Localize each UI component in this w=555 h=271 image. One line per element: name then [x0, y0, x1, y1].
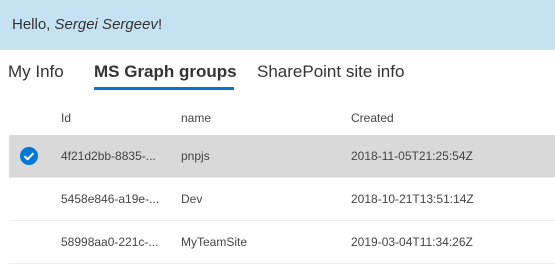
column-header-id[interactable]: Id — [61, 111, 71, 125]
cell-id: 4f21d2bb-8835-... — [61, 149, 156, 163]
cell-created: 2018-11-05T21:25:54Z — [351, 149, 473, 163]
tab-sharepoint-site-info[interactable]: SharePoint site info — [257, 62, 404, 82]
groups-table: Id name Created 4f21d2bb-8835-... pnpjs … — [9, 100, 555, 264]
table-row[interactable]: 58998aa0-221c-... MyTeamSite 2019-03-04T… — [9, 221, 555, 264]
tab-ms-graph-groups[interactable]: MS Graph groups — [94, 62, 237, 82]
column-header-name[interactable]: name — [181, 111, 211, 125]
table-row[interactable]: 4f21d2bb-8835-... pnpjs 2018-11-05T21:25… — [9, 135, 555, 178]
column-header-created[interactable]: Created — [351, 111, 394, 125]
table-row[interactable]: 5458e846-a19e-... Dev 2018-10-21T13:51:1… — [9, 178, 555, 221]
user-name: Sergei Sergeev — [54, 16, 158, 33]
cell-id: 5458e846-a19e-... — [61, 192, 160, 206]
checkmark-icon[interactable] — [20, 147, 38, 165]
cell-id: 58998aa0-221c-... — [61, 235, 159, 249]
cell-name: Dev — [181, 192, 203, 206]
cell-name: MyTeamSite — [181, 235, 248, 249]
cell-created: 2019-03-04T11:34:26Z — [351, 235, 473, 249]
selected-tab-indicator — [94, 87, 234, 90]
greeting-text: Hello, — [12, 16, 55, 33]
tab-my-info[interactable]: My Info — [8, 62, 64, 82]
tab-bar: My Info MS Graph groups SharePoint site … — [0, 50, 555, 98]
welcome-banner: Hello, Sergei Sergeev! — [0, 0, 555, 50]
greeting-suffix: ! — [157, 16, 163, 33]
table-header: Id name Created — [9, 100, 555, 135]
cell-name: pnpjs — [181, 149, 210, 163]
cell-created: 2018-10-21T13:51:14Z — [351, 192, 474, 206]
